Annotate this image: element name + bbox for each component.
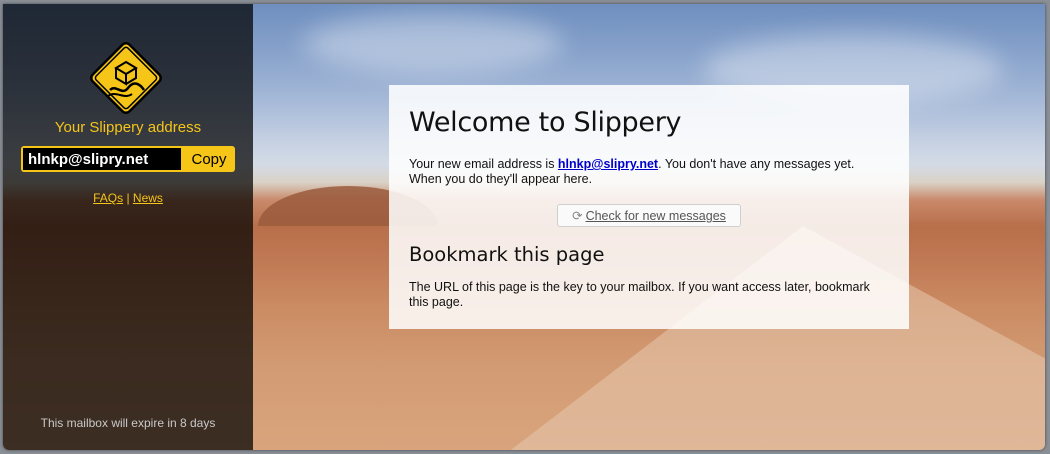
app-window: Your Slippery address Copy FAQs | News T… bbox=[3, 4, 1045, 450]
email-address-link[interactable]: hlnkp@slipry.net bbox=[558, 157, 658, 171]
welcome-panel: Welcome to Slippery Your new email addre… bbox=[389, 85, 909, 329]
news-link[interactable]: News bbox=[133, 191, 163, 205]
slippery-road-sign-icon bbox=[90, 42, 162, 114]
intro-text: Your new email address is hlnkp@slipry.n… bbox=[409, 157, 889, 187]
cloud bbox=[303, 14, 563, 74]
check-new-messages-button[interactable]: ⟳ Check for new messages bbox=[557, 204, 741, 227]
address-box: Copy bbox=[21, 146, 235, 172]
sidebar: Your Slippery address Copy FAQs | News T… bbox=[3, 4, 253, 450]
page-title: Welcome to Slippery bbox=[409, 107, 682, 138]
address-title: Your Slippery address bbox=[54, 119, 202, 136]
bookmark-heading: Bookmark this page bbox=[409, 243, 605, 266]
sidebar-links: FAQs | News bbox=[3, 191, 253, 205]
intro-prefix: Your new email address is bbox=[409, 157, 558, 171]
check-label: Check for new messages bbox=[585, 209, 726, 223]
email-address-field[interactable] bbox=[23, 148, 181, 170]
faqs-link[interactable]: FAQs bbox=[93, 191, 123, 205]
copy-button[interactable]: Copy bbox=[183, 146, 235, 172]
refresh-icon: ⟳ bbox=[572, 209, 583, 223]
mailbox-expiry-text: This mailbox will expire in 8 days bbox=[40, 416, 216, 430]
bookmark-text: The URL of this page is the key to your … bbox=[409, 280, 870, 309]
link-separator: | bbox=[126, 191, 130, 205]
